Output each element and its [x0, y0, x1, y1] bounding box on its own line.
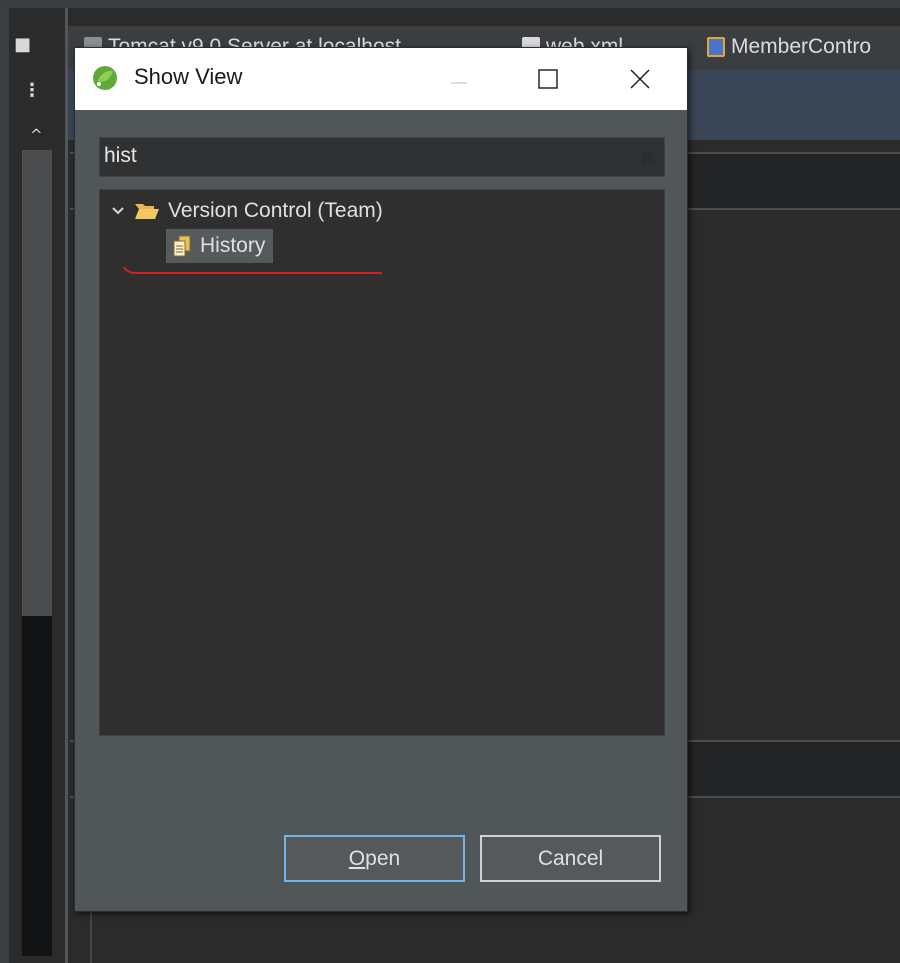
tree-category-label: Version Control (Team) [168, 199, 383, 222]
filter-field[interactable]: ✖ [99, 137, 665, 177]
panel-header [686, 154, 900, 208]
red-underline-annotation [123, 266, 382, 274]
window-top-strip [0, 0, 900, 8]
java-file-icon [707, 37, 725, 57]
tab-label: MemberContro [731, 35, 872, 58]
open-label: pen [365, 846, 401, 870]
panel-header [686, 742, 900, 796]
tab-member-controller[interactable]: MemberContro [707, 32, 871, 62]
scrollbar-track[interactable] [22, 616, 52, 956]
dialog-title: Show View [134, 64, 243, 89]
spring-logo-icon [93, 66, 117, 90]
filter-input[interactable] [100, 138, 624, 174]
tree-item-history[interactable]: History [166, 229, 274, 263]
restore-panel-icon[interactable]: ■ [14, 36, 31, 54]
history-view-icon [173, 235, 191, 257]
chevron-down-icon[interactable] [110, 203, 126, 219]
scrollbar-thumb[interactable] [22, 150, 52, 616]
close-button[interactable] [608, 48, 672, 110]
scroll-up-icon[interactable]: ^ [30, 126, 43, 144]
open-mnemonic: O [348, 846, 366, 870]
left-edge-bar [0, 8, 9, 963]
maximize-button[interactable] [516, 48, 580, 110]
minimize-icon [451, 82, 467, 84]
close-icon [630, 69, 650, 89]
more-options-icon[interactable]: ⋮ [23, 82, 41, 100]
tree-item-label: History [200, 234, 266, 257]
tree-category-version-control[interactable]: Version Control (Team) [110, 195, 383, 227]
maximize-icon [538, 69, 558, 89]
dialog-title-bar[interactable]: Show View [75, 48, 687, 110]
clear-icon[interactable]: ✖ [639, 147, 656, 167]
folder-open-icon [135, 204, 159, 219]
cancel-button[interactable]: Cancel [480, 835, 661, 882]
open-button[interactable]: Open [284, 835, 465, 882]
minimize-button[interactable] [427, 48, 491, 110]
show-view-dialog: Show View ✖ [74, 47, 688, 912]
